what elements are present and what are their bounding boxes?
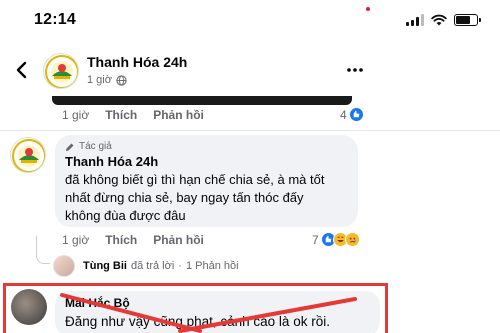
post-time: 1 giờ bbox=[62, 108, 90, 122]
comment-author[interactable]: Thanh Hóa 24h bbox=[65, 154, 348, 169]
comment-text: đã không biết gì thì hạn chế chia sẻ, à … bbox=[65, 171, 348, 225]
status-bar: 12:14 bbox=[0, 0, 500, 40]
post-like-button[interactable]: Thích bbox=[105, 108, 137, 122]
screen: 12:14 Thanh Hóa 24h 1 giờ 1 giờ Thích Ph… bbox=[0, 0, 500, 333]
battery-icon bbox=[454, 14, 481, 26]
comment-avatar[interactable] bbox=[10, 137, 46, 173]
reply-author: Tùng Bii bbox=[83, 260, 127, 272]
author-tag-label: Tác giả bbox=[79, 141, 112, 152]
highlighted-comment-author[interactable]: Mai Hắc Bộ bbox=[65, 296, 370, 310]
comment-actions: 1 giờ Thích Phản hồi bbox=[62, 233, 220, 247]
page-meta: 1 giờ bbox=[87, 74, 127, 86]
reply-thread-line bbox=[36, 236, 50, 264]
post-image[interactable] bbox=[52, 96, 352, 105]
page-meta-time: 1 giờ bbox=[87, 74, 112, 86]
highlighted-comment-text: Đăng như vậy cũng phạt, cảnh cáo là ok r… bbox=[65, 314, 330, 329]
reply-separator: · bbox=[178, 260, 182, 272]
comment-reaction-count[interactable]: 7 bbox=[312, 232, 360, 247]
post-reply-button[interactable]: Phản hồi bbox=[153, 108, 204, 122]
page-logo-icon bbox=[12, 139, 45, 172]
comment-bubble: Tác giả Thanh Hóa 24h đã không biết gì t… bbox=[55, 135, 358, 227]
divider bbox=[0, 130, 500, 131]
highlighted-comment-bubble: Mai Hắc Bộ Đăng như vậy cũng phạt, cảnh … bbox=[55, 291, 380, 333]
notification-dot bbox=[366, 7, 370, 11]
signal-icon bbox=[406, 14, 424, 26]
reply-summary[interactable]: Tùng Bii đã trả lời · 1 Phản hồi bbox=[53, 255, 239, 277]
page-avatar[interactable] bbox=[43, 53, 79, 89]
page-name[interactable]: Thanh Hóa 24h bbox=[87, 54, 187, 70]
comment-time: 1 giờ bbox=[62, 233, 90, 247]
reply-action: đã trả lời bbox=[131, 260, 175, 272]
comment-reaction-number: 7 bbox=[312, 232, 319, 247]
sad-reaction-icon bbox=[344, 232, 360, 247]
reply-avatar bbox=[53, 255, 75, 277]
author-tag: Tác giả bbox=[65, 141, 348, 152]
reply-count: 1 Phản hồi bbox=[185, 260, 239, 272]
post-actions: 1 giờ Thích Phản hồi bbox=[62, 108, 220, 122]
like-reaction-icon bbox=[348, 107, 364, 122]
wifi-icon bbox=[431, 14, 447, 26]
post-reaction-count[interactable]: 4 bbox=[340, 107, 364, 122]
commenter-avatar[interactable] bbox=[11, 289, 47, 325]
globe-icon bbox=[116, 74, 127, 86]
chevron-left-icon[interactable] bbox=[12, 60, 32, 80]
comment-line: không đùa được đâu bbox=[65, 208, 186, 223]
more-horizontal-icon[interactable] bbox=[345, 60, 365, 80]
comment-reply-button[interactable]: Phản hồi bbox=[153, 233, 204, 247]
page-logo-icon bbox=[45, 55, 78, 88]
status-time: 12:14 bbox=[34, 11, 76, 28]
comment-like-button[interactable]: Thích bbox=[105, 233, 137, 247]
status-icons bbox=[406, 13, 481, 27]
comment-line: đã không biết gì thì hạn chế chia sẻ, à … bbox=[65, 172, 325, 187]
post-header: Thanh Hóa 24h 1 giờ bbox=[0, 40, 500, 100]
comment-line: nhất đừng chia sẻ, bay ngay tấn thóc đấy bbox=[65, 190, 304, 205]
post-reaction-number: 4 bbox=[340, 107, 347, 122]
pencil-icon bbox=[66, 143, 74, 151]
